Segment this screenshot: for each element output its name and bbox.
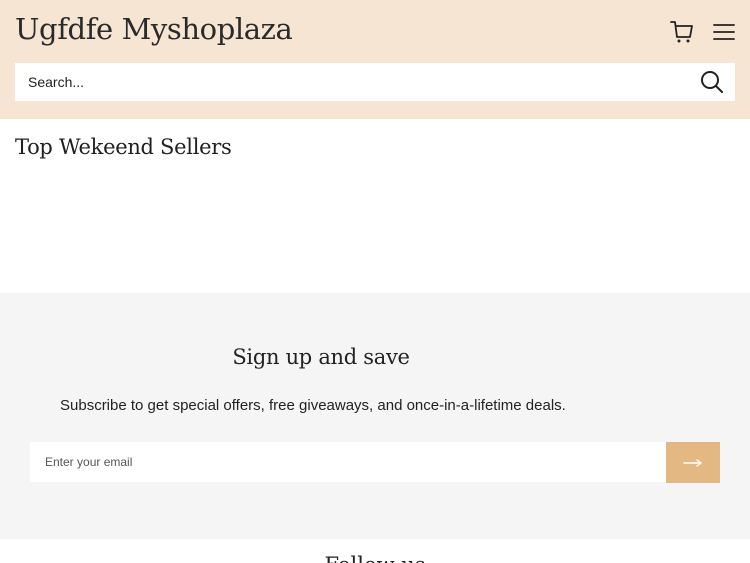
cart-button[interactable] [667,17,697,47]
store-logo[interactable]: Ugfdfe Myshoplaza [15,12,293,46]
social-title: Follow us [0,553,750,563]
hamburger-menu-icon [713,24,735,40]
search-bar [15,63,735,101]
menu-button[interactable] [709,17,739,47]
newsletter-form [30,442,720,483]
email-input[interactable] [30,442,666,482]
search-input[interactable] [15,63,685,101]
arrow-right-icon [683,458,702,467]
cart-icon [670,21,693,43]
search-button[interactable] [697,67,727,97]
site-header: Ugfdfe Myshoplaza [0,0,750,119]
section-title: Top Wekeend Sellers [15,135,232,159]
subscribe-button[interactable] [666,442,720,483]
newsletter-title: Sign up and save [232,345,410,369]
newsletter-subtitle: Subscribe to get special offers, free gi… [60,397,566,414]
search-icon [701,71,723,93]
newsletter-section: Sign up and save Subscribe to get specia… [0,293,750,539]
social-section: Follow us [0,539,750,563]
